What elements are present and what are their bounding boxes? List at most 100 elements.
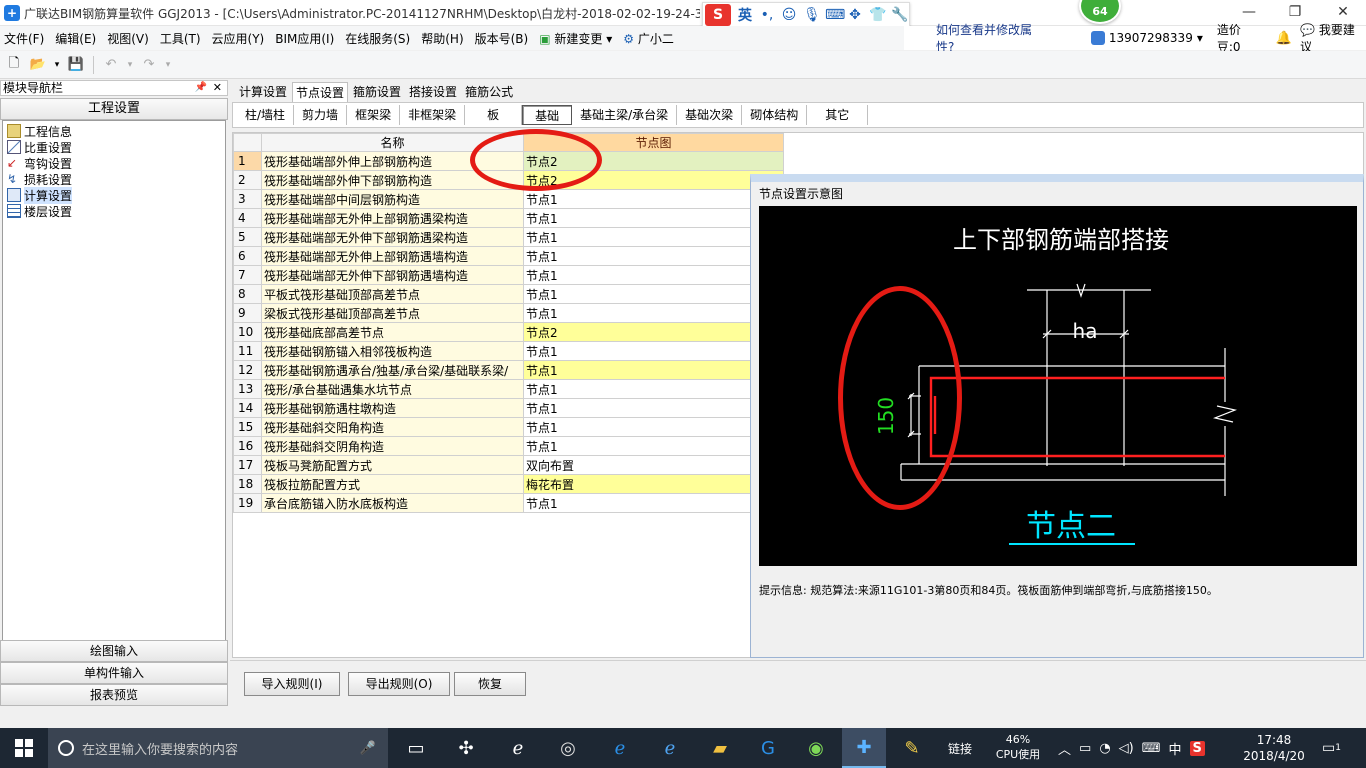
wifi-icon[interactable]: ◔ [1099, 741, 1110, 756]
tab-frame-beam[interactable]: 框架梁 [347, 105, 401, 125]
edge-icon[interactable]: ℯ [598, 728, 642, 768]
task-view-icon[interactable]: ▭ [394, 728, 438, 768]
keyboard-icon[interactable]: ⌨ [825, 7, 845, 23]
tab-nonframe-beam[interactable]: 非框架梁 [400, 105, 466, 125]
table-row[interactable]: 5 筏形基础端部无外伸下部钢筋遇梁构造 节点1 [233, 227, 784, 247]
menu-version[interactable]: 版本号(B) [471, 30, 533, 47]
tab-masonry[interactable]: 砌体结构 [742, 105, 808, 125]
menu-edit[interactable]: 编辑(E) [51, 30, 100, 47]
menu-tools[interactable]: 工具(T) [156, 30, 205, 47]
save-icon[interactable]: 💾 [66, 55, 86, 75]
tab-foundation-beam[interactable]: 基础主梁/承台梁 [572, 105, 678, 125]
node-value-cell[interactable]: 节点1 [523, 208, 784, 228]
help-link[interactable]: 如何查看并修改属性? [936, 21, 1049, 55]
tab-foundation[interactable]: 基础 [522, 105, 573, 125]
new-file-icon[interactable]: 🗋 [4, 55, 24, 75]
restore-button[interactable]: 恢复 [454, 672, 526, 696]
tab-secondary-beam[interactable]: 基础次梁 [677, 105, 743, 125]
emoji-icon[interactable]: ☺ [781, 7, 797, 23]
ie-blue-icon[interactable]: ℯ [648, 728, 692, 768]
table-row[interactable]: 3 筏形基础端部中间层钢筋构造 节点1 [233, 189, 784, 209]
keyboard-icon[interactable]: ⌨ [1142, 741, 1161, 756]
tab-node-settings[interactable]: 节点设置 [292, 82, 349, 102]
table-row[interactable]: 10 筏形基础底部高差节点 节点2 [233, 322, 784, 342]
chevron-down-icon[interactable]: ▾ [52, 55, 62, 75]
ggj-app-icon[interactable]: ✚ [842, 728, 886, 768]
toolbox-icon[interactable]: ✥ [847, 7, 863, 23]
input-lang[interactable]: 中 [1169, 739, 1182, 758]
battery-icon[interactable]: ▭ [1079, 741, 1091, 756]
node-value-cell[interactable]: 节点1 [523, 246, 784, 266]
suggest-link[interactable]: 💬 我要建议 [1300, 21, 1366, 55]
table-row[interactable]: 16 筏形基础斜交阴角构造 节点1 [233, 436, 784, 456]
punctuation-icon[interactable]: •, [759, 7, 775, 23]
table-row[interactable]: 18 筏板拉筋配置方式 梅花布置 [233, 474, 784, 494]
microphone-icon[interactable]: 🎤 [360, 741, 376, 756]
import-rules-button[interactable]: 导入规则(I) [244, 672, 340, 696]
tab-shear-wall[interactable]: 剪力墙 [294, 105, 348, 125]
node-value-cell[interactable]: 节点1 [523, 493, 784, 513]
table-row[interactable]: 19 承台底筋锚入防水底板构造 节点1 [233, 493, 784, 513]
table-row[interactable]: 7 筏形基础端部无外伸下部钢筋遇墙构造 节点1 [233, 265, 784, 285]
tab-column[interactable]: 柱/墙柱 [237, 105, 295, 125]
table-row[interactable]: 2 筏形基础端部外伸下部钢筋构造 节点2 [233, 170, 784, 190]
taskbar-search[interactable]: 在这里输入你要搜索的内容 🎤 [48, 728, 388, 768]
pin-icon[interactable]: 📌 [195, 81, 207, 95]
export-rules-button[interactable]: 导出规则(O) [348, 672, 450, 696]
notes-app-icon[interactable]: ✎ [890, 728, 934, 768]
node-value-cell[interactable]: 节点1 [523, 341, 784, 361]
close-icon[interactable]: ✕ [213, 81, 222, 95]
ie-icon[interactable]: ℯ [496, 728, 540, 768]
node-value-cell[interactable]: 双向布置 [523, 455, 784, 475]
redo-icon[interactable]: ↷ [139, 55, 159, 75]
file-explorer-icon[interactable]: ▰ [698, 728, 742, 768]
node-value-cell[interactable]: 节点2 [523, 170, 784, 190]
tab-other[interactable]: 其它 [807, 105, 869, 125]
node-value-cell[interactable]: 节点1 [523, 284, 784, 304]
sogou-tray-icon[interactable]: S [1189, 740, 1205, 756]
chevron-down-icon[interactable]: ▾ [163, 55, 173, 75]
menu-view[interactable]: 视图(V) [103, 30, 153, 47]
node-value-cell[interactable]: 节点1 [523, 436, 784, 456]
table-row[interactable]: 13 筏形/承台基础遇集水坑节点 节点1 [233, 379, 784, 399]
windows-start-icon[interactable] [0, 728, 48, 768]
table-row[interactable]: 15 筏形基础斜交阳角构造 节点1 [233, 417, 784, 437]
nav-item-calc[interactable]: 计算设置 [3, 186, 225, 204]
table-row[interactable]: 17 筏板马凳筋配置方式 双向布置 [233, 455, 784, 475]
score-badge[interactable]: 64 [1079, 0, 1121, 24]
nav-report-preview[interactable]: 报表预览 [0, 684, 228, 706]
clock[interactable]: 17:48 2018/4/20 [1240, 732, 1308, 764]
table-row[interactable]: 12 筏形基础钢筋遇承台/独基/承台梁/基础联系梁/节点1 [233, 360, 784, 380]
ime-lang-toggle[interactable]: 英 [737, 5, 753, 25]
notification-icon[interactable]: ▭ 1 [1322, 728, 1341, 768]
node-value-cell[interactable]: 节点2 [523, 151, 784, 171]
menu-help[interactable]: 帮助(H) [417, 30, 467, 47]
glodon-g-icon[interactable]: G [746, 728, 790, 768]
menu-bim[interactable]: BIM应用(I) [271, 30, 338, 47]
tab-slab[interactable]: 板 [465, 105, 523, 125]
node-value-cell[interactable]: 节点1 [523, 360, 784, 380]
link-label[interactable]: 链接 [948, 728, 972, 768]
table-row[interactable]: 4 筏形基础端部无外伸上部钢筋遇梁构造 节点1 [233, 208, 784, 228]
menu-file[interactable]: 文件(F) [0, 30, 48, 47]
microphone-icon[interactable]: 🎙 [803, 7, 821, 23]
nav-section-project-settings[interactable]: 工程设置 [0, 98, 228, 120]
sogou-logo-icon[interactable]: S [705, 4, 731, 26]
menu-cloud[interactable]: 云应用(Y) [208, 30, 269, 47]
nav-item-hook[interactable]: ↙ 弯钩设置 [3, 155, 225, 171]
nav-item-floor[interactable]: 楼层设置 [3, 203, 225, 219]
node-value-cell[interactable]: 节点1 [523, 265, 784, 285]
chevron-up-icon[interactable]: ︿ [1058, 739, 1071, 758]
green-app-icon[interactable]: ◉ [794, 728, 838, 768]
table-row[interactable]: 9 梁板式筏形基础顶部高差节点 节点1 [233, 303, 784, 323]
tab-calc-settings[interactable]: 计算设置 [236, 82, 290, 102]
user-account[interactable]: 13907298339 ▾ [1090, 31, 1203, 45]
nav-single-component[interactable]: 单构件输入 [0, 662, 228, 684]
node-value-cell[interactable]: 节点1 [523, 398, 784, 418]
undo-icon[interactable]: ↶ [101, 55, 121, 75]
open-folder-icon[interactable]: 📂 [28, 55, 48, 75]
nav-item-weight[interactable]: 比重设置 [3, 139, 225, 155]
nav-drawing-input[interactable]: 绘图输入 [0, 640, 228, 662]
node-value-cell[interactable]: 节点1 [523, 417, 784, 437]
tab-lap-settings[interactable]: 搭接设置 [406, 82, 460, 102]
